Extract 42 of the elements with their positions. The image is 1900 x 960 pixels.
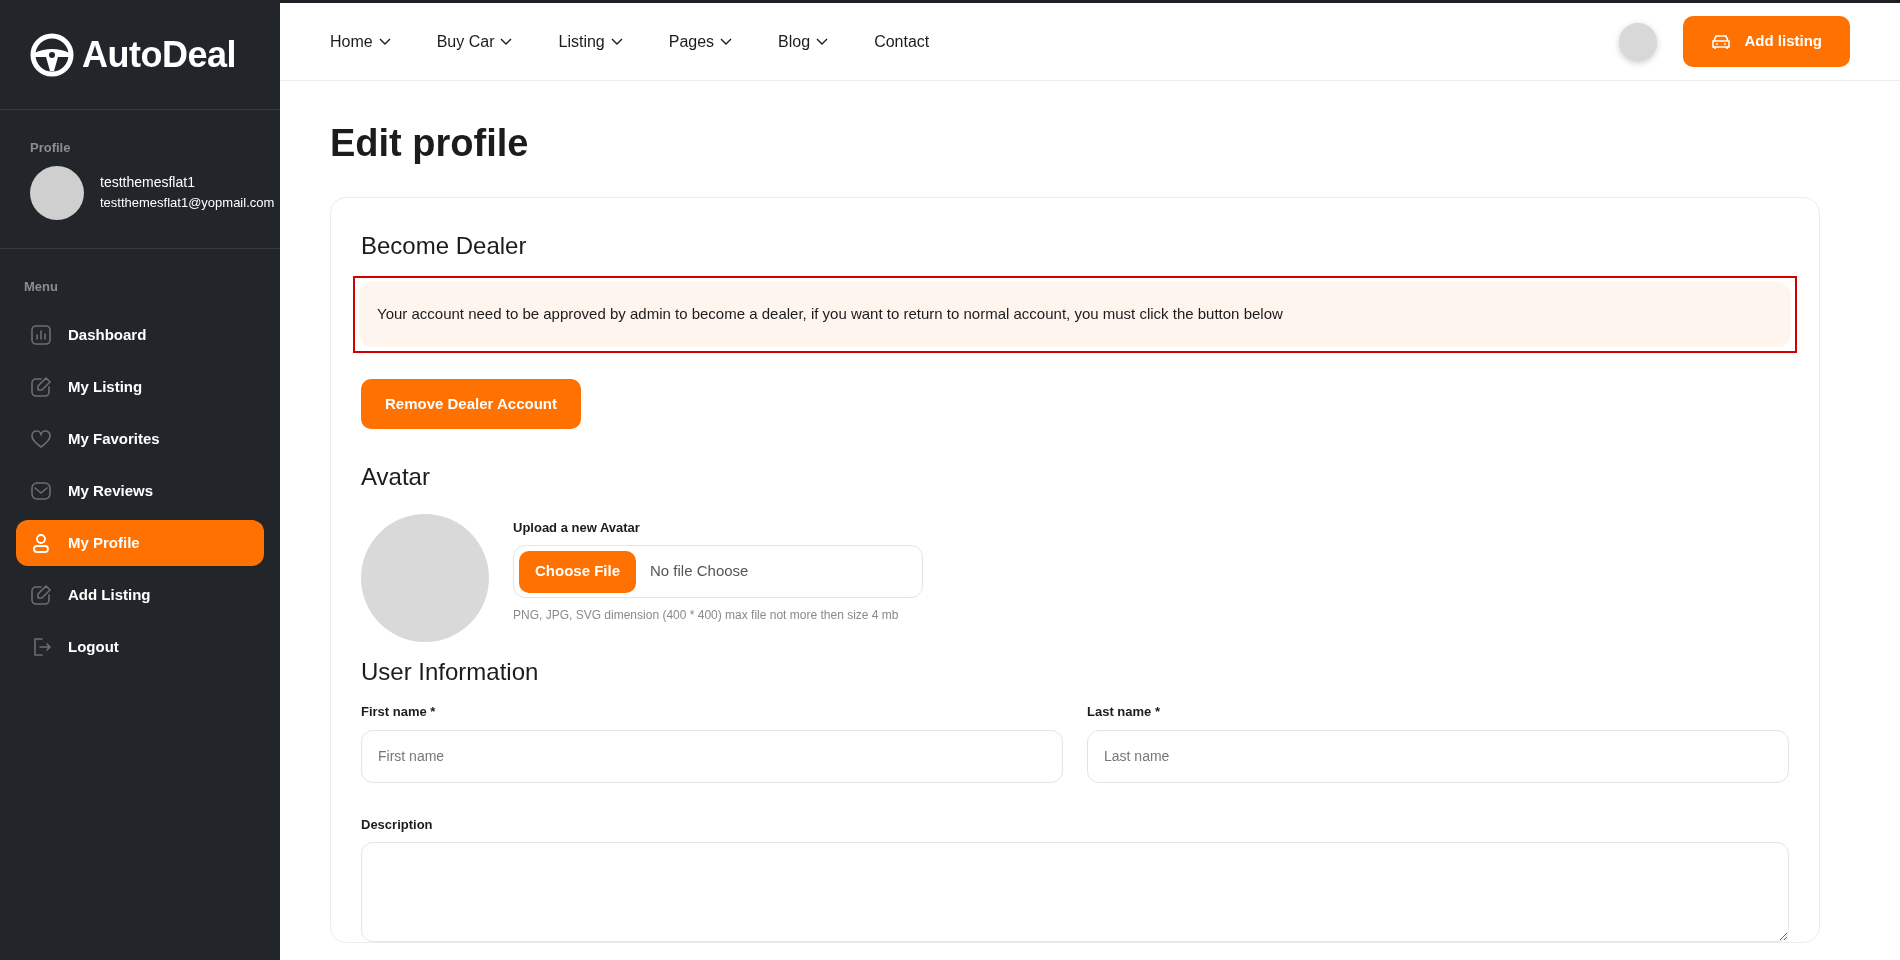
upload-hint: PNG, JPG, SVG dimension (400 * 400) max file not more then size 4 mb xyxy=(513,607,900,625)
edit-icon xyxy=(30,376,52,398)
section-heading: Become Dealer xyxy=(361,231,528,261)
user-icon xyxy=(30,532,52,554)
sidebar-item[interactable]: My Reviews xyxy=(16,468,264,514)
upload-label: Upload a new Avatar xyxy=(513,518,641,537)
field-label: Last name * xyxy=(1087,703,1161,722)
nav-link[interactable]: Home xyxy=(330,29,391,54)
heart-icon xyxy=(30,428,52,450)
edit-icon xyxy=(30,584,52,606)
section-heading: User Information xyxy=(361,657,540,687)
section-label: Profile xyxy=(30,139,72,157)
steering-wheel-icon xyxy=(30,32,74,77)
nav-link[interactable]: Listing xyxy=(558,29,623,54)
avatar-photo[interactable] xyxy=(1618,22,1657,61)
nav-link[interactable]: Pages xyxy=(668,29,733,54)
description-field[interactable] xyxy=(361,842,1789,943)
sidebar-item[interactable]: My Listing xyxy=(16,364,264,410)
envelope-icon xyxy=(30,480,52,502)
nav-link[interactable]: Blog xyxy=(778,29,829,54)
sidebar-item[interactable]: Logout xyxy=(16,624,264,670)
nav-link[interactable]: Contact xyxy=(874,29,930,54)
car-icon xyxy=(1710,33,1731,50)
text-field[interactable]: First name xyxy=(361,730,1063,783)
user-name: testthemesflat1 xyxy=(100,173,196,193)
file-status: No file Choose xyxy=(650,561,749,582)
user-email: testthemesflat1@yopmail.com xyxy=(100,194,275,213)
text-field[interactable]: Last name xyxy=(1087,730,1789,783)
nav-link[interactable]: Buy Car xyxy=(436,29,513,54)
sidebar-item[interactable]: Dashboard xyxy=(16,312,264,358)
chart-icon xyxy=(30,324,52,346)
avatar-placeholder xyxy=(30,165,84,220)
sidebar-item[interactable]: Add Listing xyxy=(16,572,264,618)
logo-text[interactable]: AutoDeal xyxy=(82,27,236,82)
sidebar-item[interactable]: My Favorites xyxy=(16,416,264,462)
field-label: Description xyxy=(361,816,434,834)
file-input[interactable]: Choose File No file Choose xyxy=(513,545,923,599)
section-label: Menu xyxy=(23,277,59,296)
notice-message: Your account need to be approved by admin to become a dealer, if you want to return to normal account, you must click the button below xyxy=(359,282,1791,347)
page-title: Edit profile xyxy=(330,121,530,166)
field-label: First name * xyxy=(361,703,437,722)
section-heading: Avatar xyxy=(361,462,431,492)
